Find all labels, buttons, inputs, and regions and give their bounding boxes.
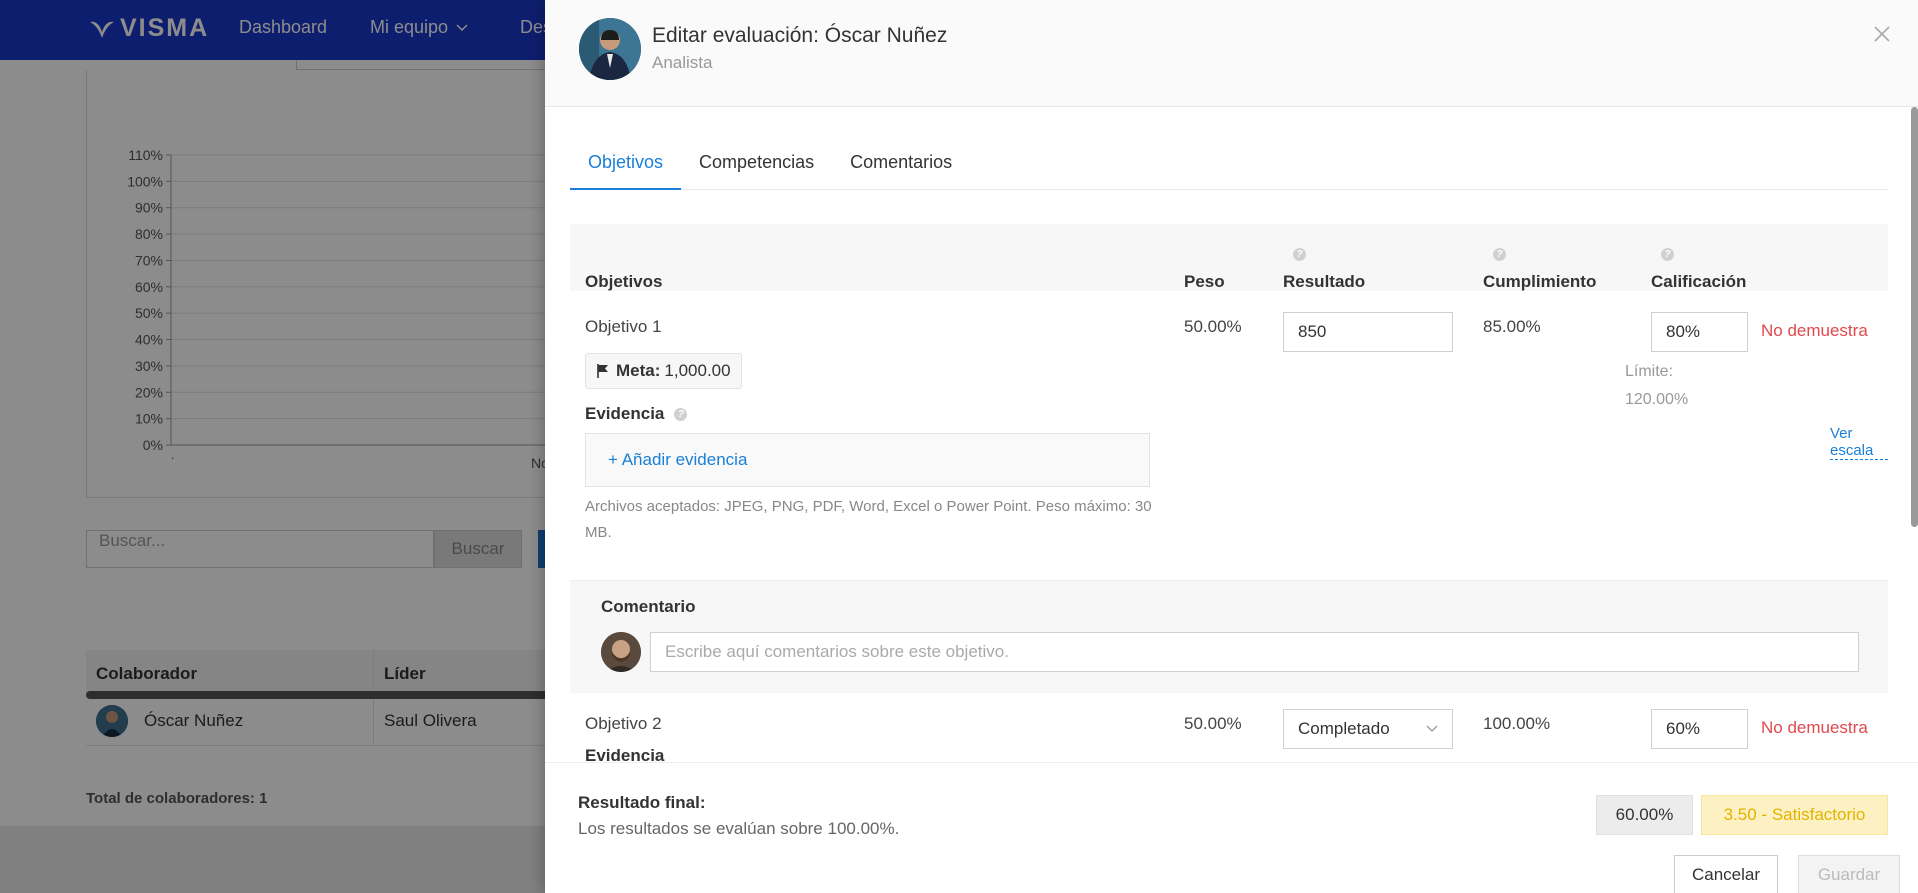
close-icon[interactable]: [1872, 24, 1892, 44]
objective-name: Objetivo 2: [585, 714, 662, 733]
edit-evaluation-drawer: Editar evaluación: Óscar Nuñez Analista …: [545, 0, 1918, 893]
final-result-note: Los resultados se evalúan sobre 100.00%.: [578, 819, 900, 838]
chevron-down-icon: [1426, 725, 1438, 732]
evidence-label: Evidencia?: [585, 404, 688, 424]
limit-label: Límite:: [1625, 363, 1674, 380]
col-calificacion-label: Calificación: [1651, 272, 1747, 291]
resultado-input[interactable]: 850: [1283, 312, 1453, 352]
peso-value: 50.00%: [1184, 714, 1242, 733]
cumplimiento-value: 100.00%: [1483, 714, 1551, 733]
save-button[interactable]: Guardar: [1798, 855, 1900, 893]
drawer-tabs: Objetivos Competencias Comentarios: [570, 140, 1888, 190]
tab-objetivos[interactable]: Objetivos: [570, 140, 682, 190]
calificacion-input[interactable]: 60%: [1651, 709, 1748, 749]
avatar: [579, 18, 641, 80]
help-icon[interactable]: ?: [1493, 248, 1506, 261]
final-result-label: Resultado final:: [578, 793, 706, 812]
peso-value: 50.00%: [1184, 317, 1242, 336]
col-resultado-label: Resultado: [1283, 272, 1366, 291]
meta-value: 1,000.00: [664, 361, 731, 380]
objective-name: Objetivo 1: [585, 317, 662, 336]
comment-input[interactable]: Escribe aquí comentarios sobre este obje…: [650, 632, 1859, 672]
drawer-footer: Resultado final: Los resultados se evalú…: [545, 762, 1918, 893]
tab-comentarios[interactable]: Comentarios: [832, 140, 970, 190]
col-calificacion: Calificación?: [1651, 248, 1746, 291]
col-resultado: Resultado?: [1283, 248, 1365, 291]
evidence-label-text: Evidencia: [585, 404, 665, 423]
objectives-table: Objetivos Peso Resultado? Cumplimiento? …: [570, 224, 1888, 765]
vertical-scrollbar[interactable]: [1911, 107, 1918, 527]
help-icon[interactable]: ?: [1661, 248, 1674, 261]
objective-row-1: Objetivo 1 Meta: 1,000.00 Evidencia? + A…: [570, 291, 1888, 581]
ver-escala-link[interactable]: Ver escala: [1830, 425, 1888, 460]
tab-competencias[interactable]: Competencias: [681, 140, 832, 190]
comment-section: Comentario Escribe aquí comentarios sobr…: [570, 581, 1888, 693]
status-label: No demuestra: [1761, 718, 1868, 737]
comment-label: Comentario: [601, 597, 696, 616]
meta-label: Meta:: [616, 361, 661, 380]
add-evidence-button[interactable]: + Añadir evidencia: [585, 433, 1150, 487]
col-cumplimiento: Cumplimiento?: [1483, 248, 1596, 291]
calificacion-input[interactable]: 80%: [1651, 312, 1748, 352]
col-peso-label: Peso: [1184, 272, 1225, 291]
col-objetivos-label: Objetivos: [585, 272, 663, 291]
files-note: Archivos aceptados: JPEG, PNG, PDF, Word…: [585, 498, 1152, 541]
limit-info: Límite: 120.00%: [1625, 358, 1688, 414]
flag-icon: [597, 364, 608, 378]
help-icon[interactable]: ?: [674, 407, 688, 421]
drawer-header: Editar evaluación: Óscar Nuñez Analista: [545, 0, 1918, 107]
drawer-title: Editar evaluación: Óscar Nuñez: [652, 24, 948, 47]
cumplimiento-value: 85.00%: [1483, 317, 1541, 336]
objective-row-2: Objetivo 2 50.00% Completado 100.00% 60%…: [570, 693, 1888, 765]
resultado-select[interactable]: Completado: [1283, 709, 1453, 749]
meta-badge: Meta: 1,000.00: [585, 353, 742, 389]
final-score-badge: 3.50 - Satisfactorio: [1701, 795, 1888, 835]
resultado-select-value: Completado: [1298, 719, 1390, 738]
limit-value: 120.00%: [1625, 391, 1689, 408]
col-cumplimiento-label: Cumplimiento: [1483, 272, 1597, 291]
status-label: No demuestra: [1761, 321, 1868, 340]
drawer-subtitle: Analista: [652, 53, 713, 72]
avatar: [601, 632, 641, 672]
cancel-button[interactable]: Cancelar: [1674, 855, 1778, 893]
objectives-header: Objetivos Peso Resultado? Cumplimiento? …: [570, 224, 1888, 291]
help-icon[interactable]: ?: [1293, 248, 1306, 261]
final-percentage-badge: 60.00%: [1596, 795, 1693, 835]
